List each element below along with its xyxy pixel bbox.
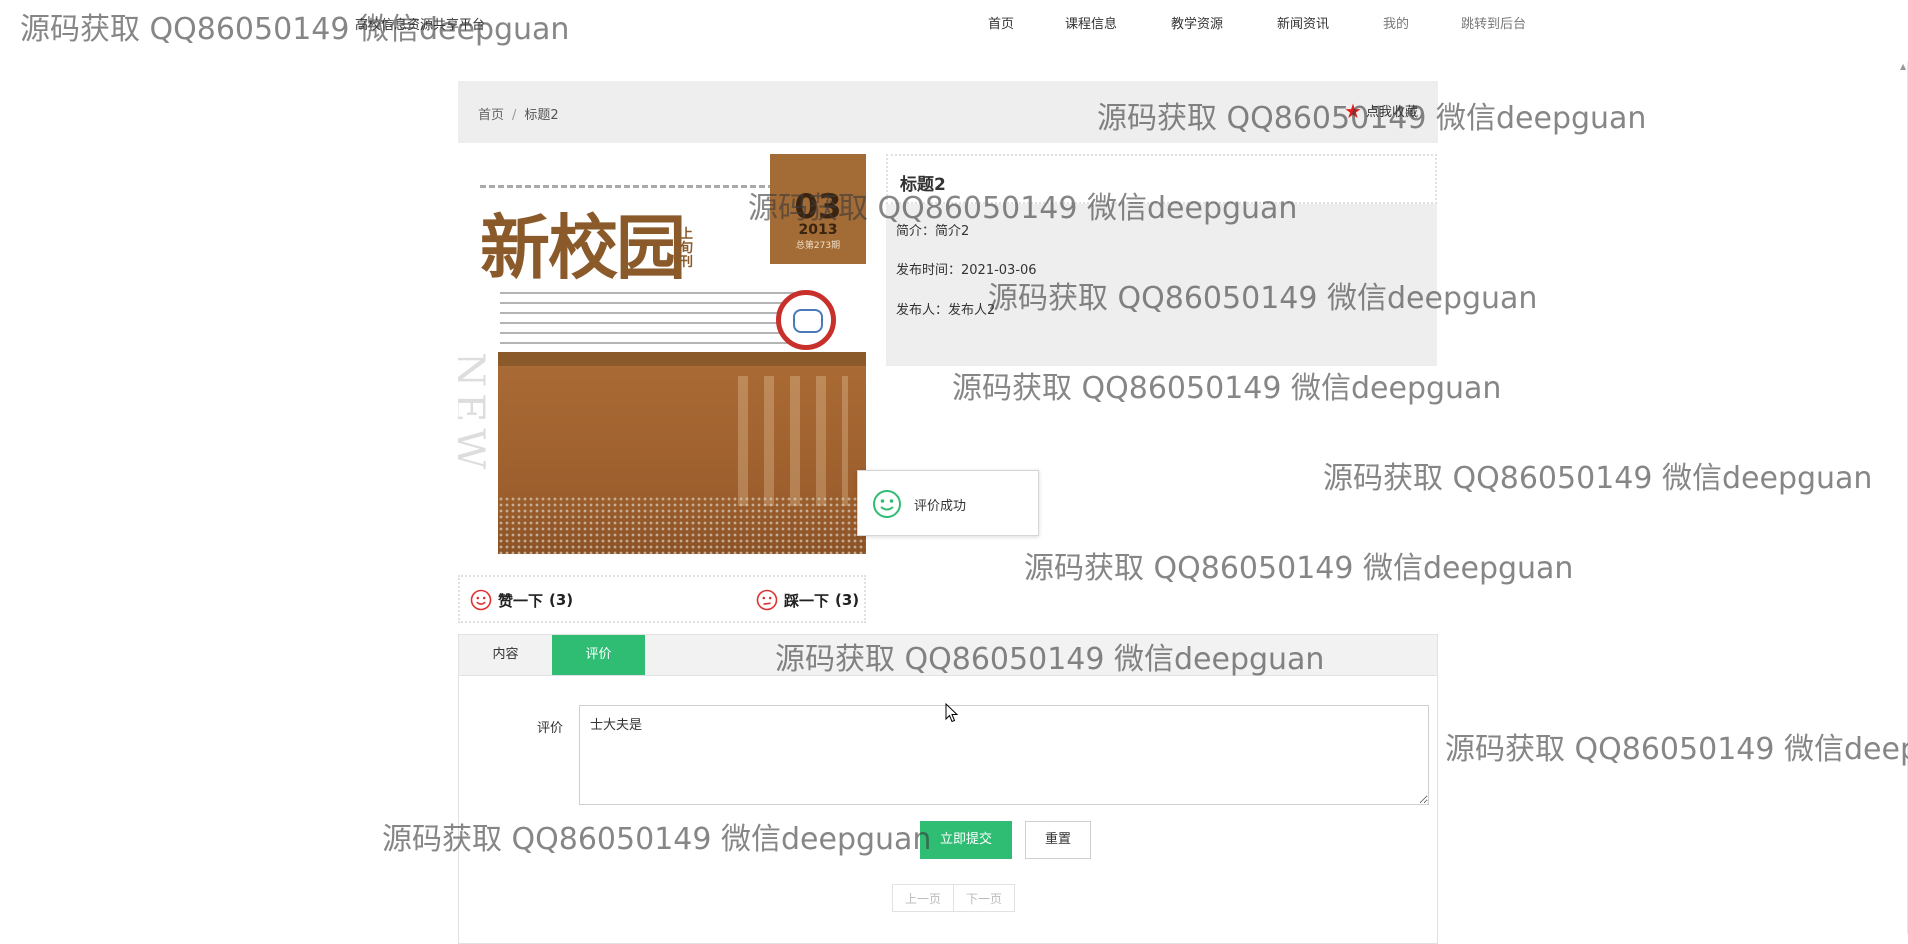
dislike-label: 踩一下 <box>784 591 830 610</box>
cover-magazine-title: 新校园 <box>480 206 686 289</box>
watermark: 源码获取 QQ86050149 微信deepguan <box>1445 732 1908 767</box>
cover-volume: 总第273期 <box>795 241 841 251</box>
pagination: 上一页 下一页 <box>892 884 1016 912</box>
cover-calligraphy <box>738 376 848 506</box>
like-label: 赞一下 <box>498 591 544 610</box>
like-button[interactable]: 赞一下 (3) <box>470 589 573 611</box>
nav-item-mine[interactable]: 我的 <box>1383 13 1409 32</box>
vote-box: 赞一下 (3) 踩一下 (3) <box>458 575 866 623</box>
content-panel: 内容 评价 评价 士大夫是 立即提交 重置 上一页 下一页 <box>458 634 1438 944</box>
star-icon: ★ <box>1344 98 1362 123</box>
cover-contents <box>500 292 800 352</box>
tab-content[interactable]: 内容 <box>459 635 552 675</box>
detail-publisher: 发布人：发布人2 <box>896 299 995 318</box>
detail-publisher-value: 发布人2 <box>948 303 996 318</box>
detail-intro-label: 简介： <box>896 224 936 239</box>
breadcrumb-bar: 首页 / 标题2 ★ 点我收藏 <box>458 81 1438 143</box>
cover-artwork <box>498 366 866 554</box>
cover-seal-icon <box>776 290 836 350</box>
nav-item-courses[interactable]: 课程信息 <box>1065 13 1117 32</box>
breadcrumb-current: 标题2 <box>524 108 559 123</box>
mouse-cursor-icon <box>945 703 959 723</box>
success-toast: 评价成功 <box>857 470 1039 536</box>
favorite-label: 点我收藏 <box>1365 105 1418 120</box>
cover-image: 新校园 上旬刊 03 2013 总第273期 NEW CAM <box>458 152 866 554</box>
cover-issue-number: 03 <box>794 187 842 227</box>
next-page-button[interactable]: 下一页 <box>954 884 1016 912</box>
detail-time-value: 2021-03-06 <box>961 263 1037 278</box>
detail-intro-value: 简介2 <box>935 224 970 239</box>
scroll-up-icon[interactable]: ▲ <box>1900 62 1908 72</box>
breadcrumb-home[interactable]: 首页 <box>478 108 504 123</box>
detail-title-box: 标题2 <box>886 154 1437 204</box>
cover-issue-box: 03 2013 总第273期 <box>770 154 866 264</box>
site-name: 高校信息资源共享平台 <box>355 18 486 33</box>
like-count: (3) <box>549 591 574 609</box>
detail-publisher-label: 发布人： <box>896 303 949 318</box>
reset-button[interactable]: 重置 <box>1025 821 1091 859</box>
watermark: 源码获取 QQ86050149 微信deepguan <box>20 12 570 47</box>
watermark: 源码获取 QQ86050149 微信deepguan <box>1024 551 1574 586</box>
watermark: 源码获取 QQ86050149 微信deepguan <box>952 371 1502 406</box>
nav-item-home[interactable]: 首页 <box>988 13 1014 32</box>
cover-dot-map <box>498 496 866 554</box>
nav-item-admin[interactable]: 跳转到后台 <box>1461 13 1526 32</box>
tab-comments[interactable]: 评价 <box>552 635 645 675</box>
detail-time-label: 发布时间： <box>896 263 962 278</box>
detail-info: 简介：简介2 发布时间：2021-03-06 发布人：发布人2 <box>886 204 1437 366</box>
submit-button[interactable]: 立即提交 <box>920 821 1012 859</box>
nav-item-news[interactable]: 新闻资讯 <box>1277 13 1329 32</box>
favorite-button[interactable]: ★ 点我收藏 <box>1344 98 1418 123</box>
dislike-button[interactable]: 踩一下 (3) <box>756 589 859 611</box>
cover-year: 2013 <box>798 222 838 238</box>
smile-icon <box>470 589 492 611</box>
frown-icon <box>756 589 778 611</box>
tab-bar: 内容 评价 <box>459 635 1437 676</box>
watermark: 源码获取 QQ86050149 微信deepguan <box>1323 461 1873 496</box>
prev-page-button[interactable]: 上一页 <box>892 884 955 912</box>
breadcrumb-separator: / <box>512 108 517 123</box>
detail-intro: 简介：简介2 <box>896 220 969 239</box>
cover-magazine-sub: 上旬刊 <box>680 227 694 270</box>
smile-icon <box>873 490 901 518</box>
breadcrumb: 首页 / 标题2 <box>478 104 559 123</box>
detail-title: 标题2 <box>900 175 946 195</box>
comment-label: 评价 <box>537 721 564 736</box>
toast-message: 评价成功 <box>914 499 967 514</box>
detail-time: 发布时间：2021-03-06 <box>896 259 1037 278</box>
comment-input[interactable]: 士大夫是 <box>579 705 1429 805</box>
nav-item-resources[interactable]: 教学资源 <box>1171 13 1223 32</box>
cover-strip <box>498 352 866 366</box>
dislike-count: (3) <box>835 591 860 609</box>
cover-side-text: NEW CAM <box>458 352 492 476</box>
cover-header-line <box>480 185 770 188</box>
